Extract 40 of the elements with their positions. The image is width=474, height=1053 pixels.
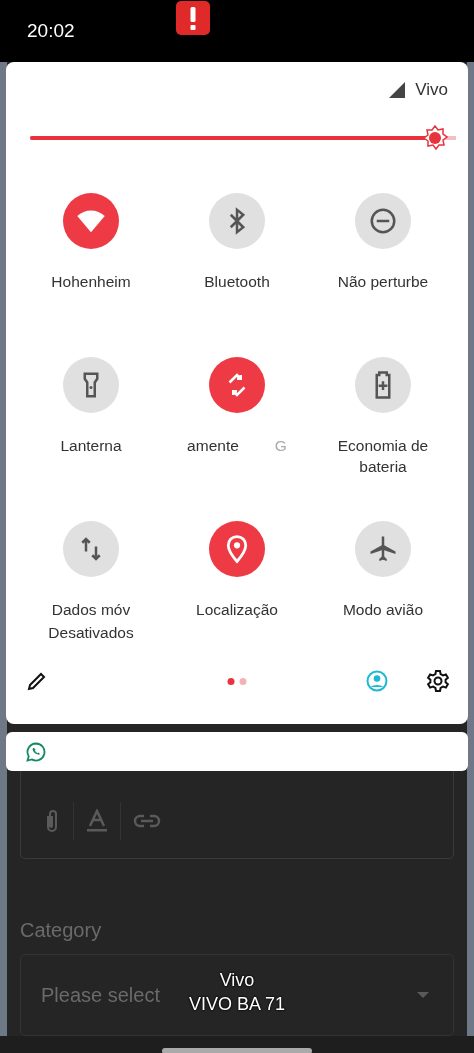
page-dot[interactable] xyxy=(227,677,235,685)
tile-label: G xyxy=(274,436,287,456)
tile-label: Dados móv xyxy=(51,600,131,620)
tile-label: Modo avião xyxy=(342,600,424,620)
home-handle[interactable] xyxy=(162,1048,312,1053)
link-icon[interactable] xyxy=(133,813,161,829)
tile-status: Desativados xyxy=(48,623,134,643)
tile-label: Bluetooth xyxy=(204,272,270,292)
carrier-toast-text: VIVO BA 71 xyxy=(188,994,286,1015)
tile-label: Lanterna xyxy=(60,436,122,456)
quick-setting-toggle[interactable] xyxy=(63,193,119,249)
clock: 20:02 xyxy=(27,20,75,42)
alert-icon xyxy=(176,1,210,35)
brightness-thumb[interactable] xyxy=(422,125,448,151)
tile-label: Não perturbe xyxy=(337,272,429,292)
category-label: Category xyxy=(20,919,103,942)
quick-setting-toggle[interactable] xyxy=(355,521,411,577)
quick-setting-toggle[interactable] xyxy=(63,357,119,413)
quick-setting-toggle[interactable] xyxy=(355,357,411,413)
user-avatar-icon[interactable] xyxy=(366,670,388,692)
do-not-disturb-icon xyxy=(368,206,398,236)
tile-label: amente xyxy=(187,436,239,456)
tile-label: Localização xyxy=(196,600,278,620)
tile-label: Economia de bateria xyxy=(336,436,430,477)
quick-setting-toggle[interactable] xyxy=(209,357,265,413)
signal-icon xyxy=(389,82,406,98)
edit-pencil-icon[interactable] xyxy=(26,670,48,692)
quick-setting-toggle[interactable] xyxy=(209,521,265,577)
tile-label: Hohenheim xyxy=(51,272,131,292)
quick-setting-toggle[interactable] xyxy=(355,193,411,249)
carrier-name: Vivo xyxy=(415,80,448,100)
quick-setting-toggle[interactable] xyxy=(209,193,265,249)
text-format-icon[interactable] xyxy=(86,809,108,833)
page-dot[interactable] xyxy=(239,677,247,685)
chat-bubble-icon xyxy=(26,741,46,762)
carrier-toast-text: Vivo xyxy=(219,970,255,991)
settings-icon[interactable] xyxy=(426,669,450,693)
quick-setting-toggle[interactable] xyxy=(63,521,119,577)
dropdown-caret-icon xyxy=(417,992,429,998)
airplane-icon xyxy=(368,534,398,564)
